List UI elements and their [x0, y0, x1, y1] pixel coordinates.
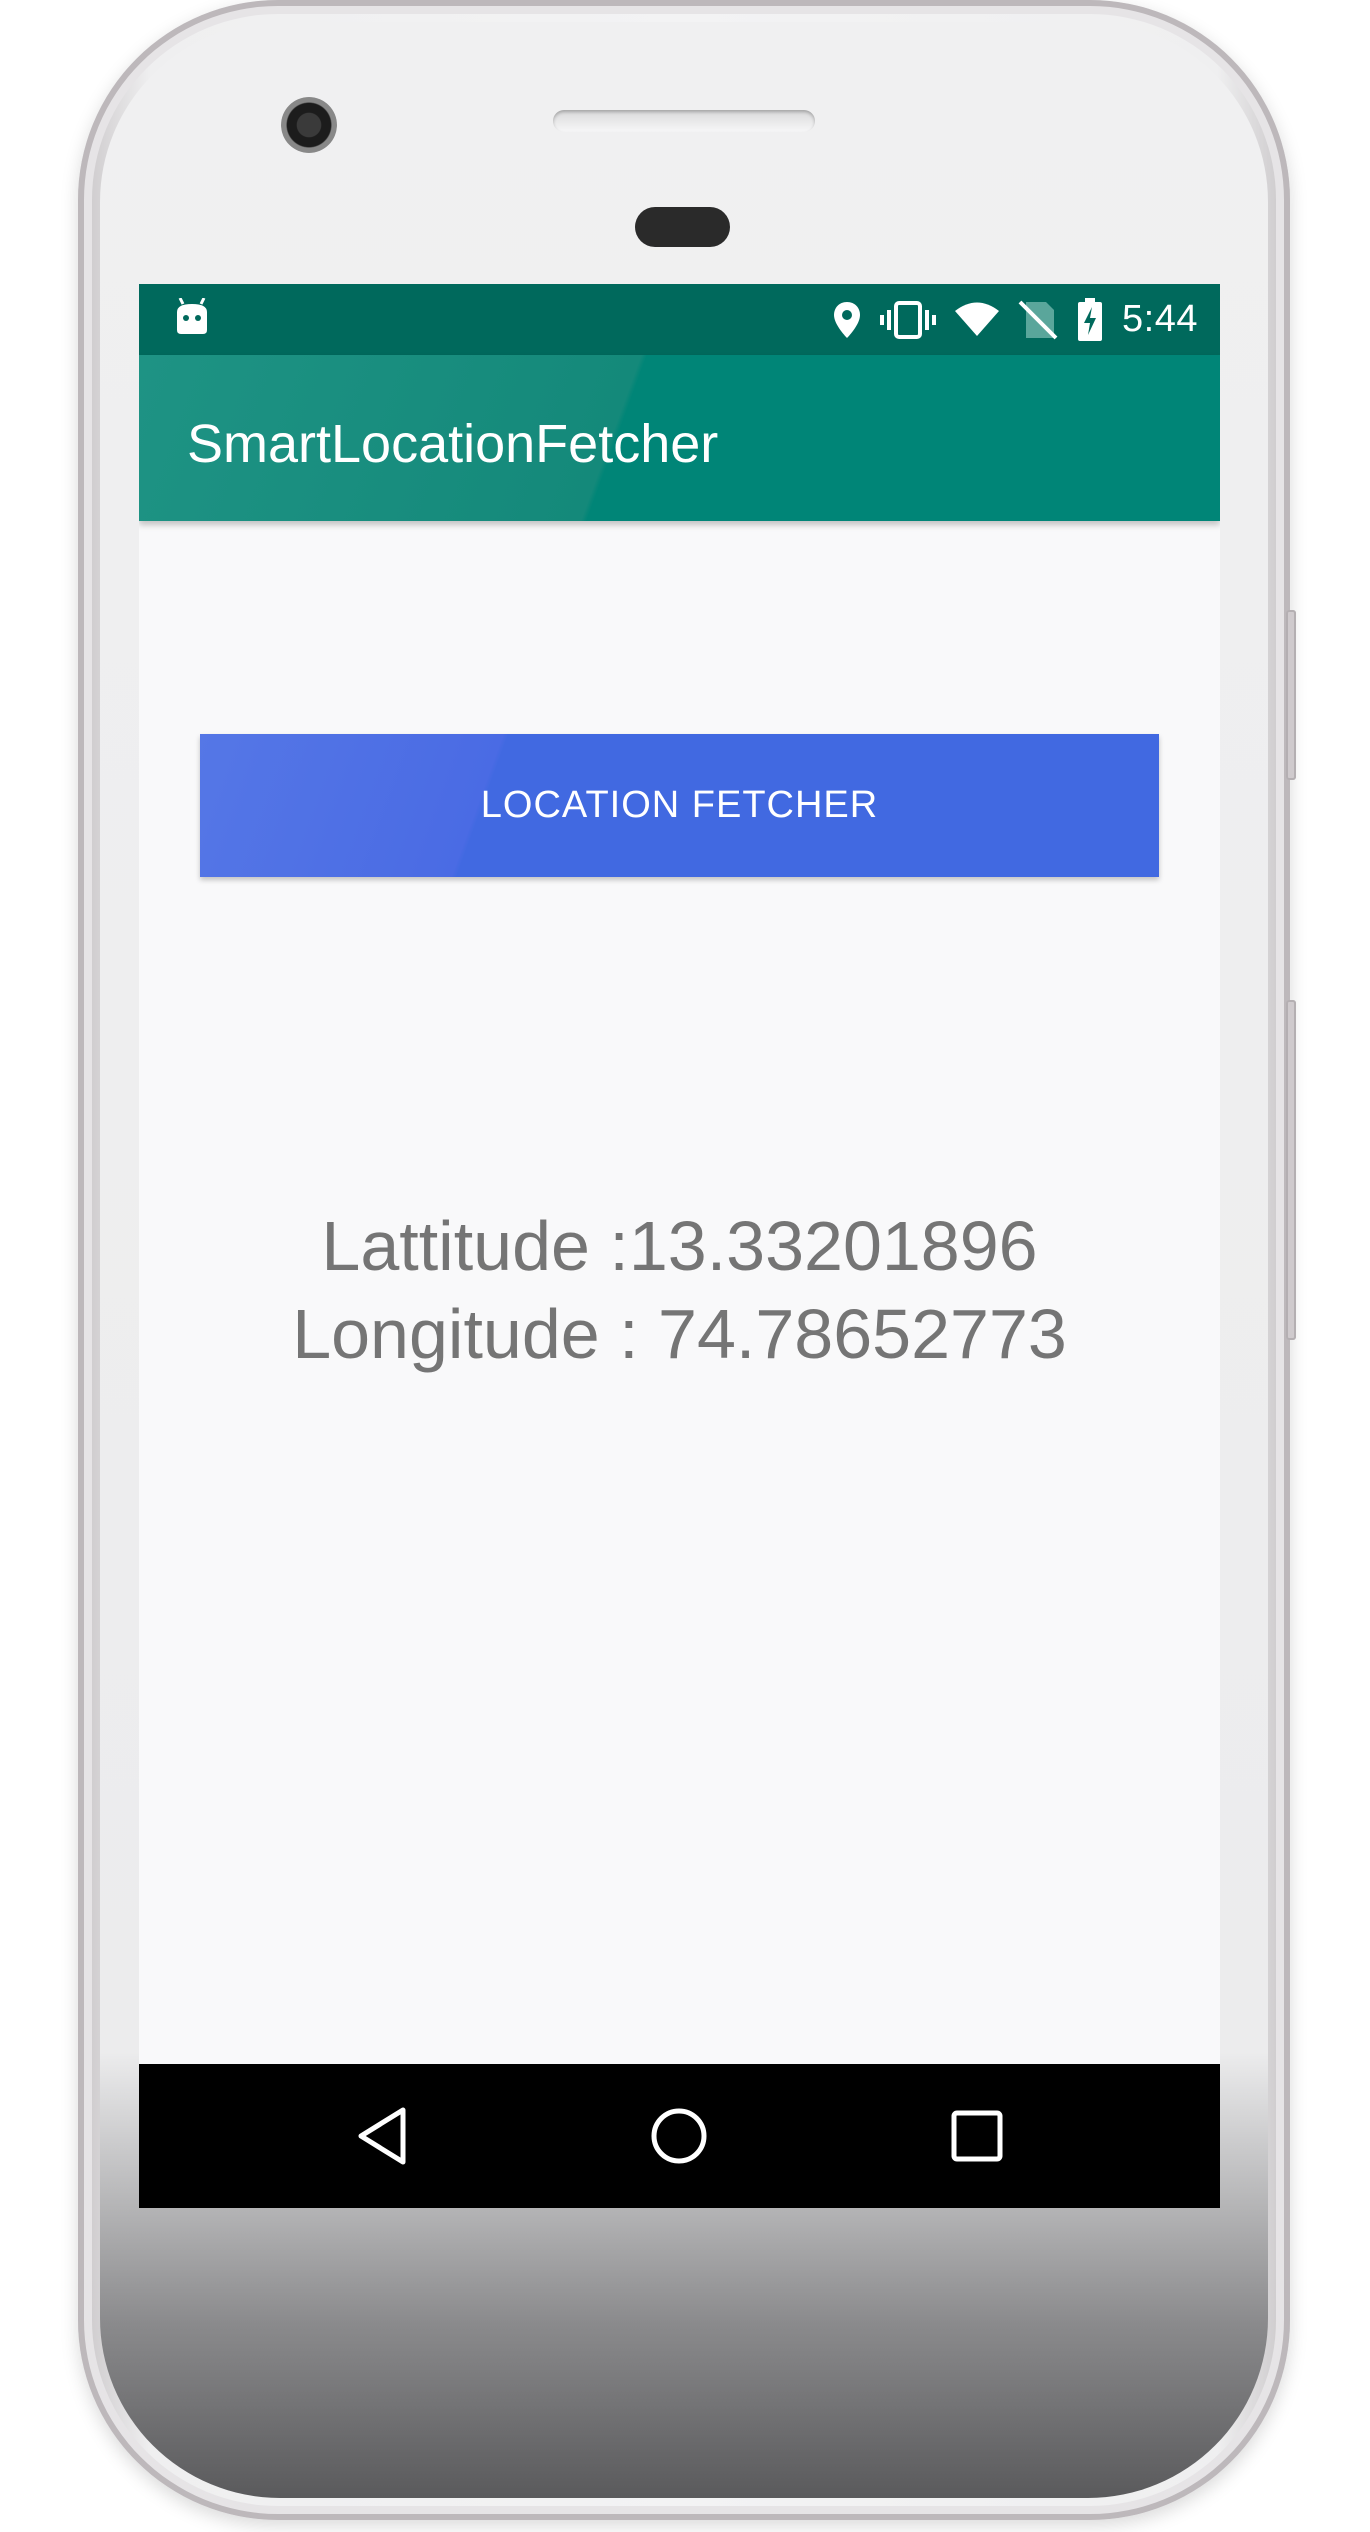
phone-screen: 5:44 SmartLocationFetcher LOCATION FETCH… [139, 284, 1220, 2208]
location-pin-icon [834, 301, 861, 338]
status-bar: 5:44 [139, 284, 1220, 355]
android-debug-icon [177, 298, 207, 334]
longitude-text: Longitude : 74.78652773 [292, 1295, 1067, 1373]
vibrate-icon [880, 300, 937, 339]
latitude-text: Lattitude :13.33201896 [321, 1207, 1038, 1285]
earpiece-speaker [553, 110, 815, 132]
location-fetcher-button[interactable]: LOCATION FETCHER [200, 734, 1159, 877]
recents-icon [951, 2110, 1003, 2162]
volume-button [1286, 1000, 1296, 1340]
back-icon [358, 2107, 406, 2165]
navigation-bar [139, 2064, 1220, 2208]
proximity-sensor [635, 207, 730, 247]
power-button [1286, 610, 1296, 780]
status-icons: 5:44 [832, 284, 1198, 355]
front-camera [281, 97, 337, 153]
wifi-icon [955, 302, 1000, 336]
no-sim-icon [1018, 300, 1058, 339]
back-button[interactable] [351, 2104, 415, 2168]
coordinates-display: Lattitude :13.33201896 Longitude : 74.78… [139, 1202, 1220, 1378]
status-time: 5:44 [1122, 298, 1198, 340]
battery-charging-icon [1078, 297, 1103, 341]
recents-button[interactable] [945, 2104, 1009, 2168]
app-toolbar: SmartLocationFetcher [139, 355, 1220, 521]
home-icon [651, 2108, 707, 2164]
top-edge-button [928, 0, 958, 6]
device-mockup: 5:44 SmartLocationFetcher LOCATION FETCH… [0, 0, 1370, 2532]
home-button[interactable] [647, 2104, 711, 2168]
app-title: SmartLocationFetcher [187, 414, 719, 474]
